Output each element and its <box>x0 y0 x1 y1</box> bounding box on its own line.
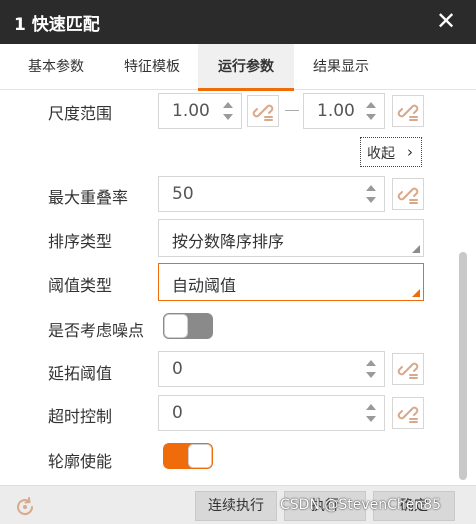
max-overlap-input[interactable]: 50 <box>158 176 385 212</box>
vertical-scrollbar[interactable] <box>459 252 467 480</box>
tab-result-display[interactable]: 结果显示 <box>296 44 386 90</box>
title-bar: 1 快速匹配 ✕ <box>0 0 476 44</box>
contour-enable-label: 轮廓使能 <box>48 452 113 471</box>
dropdown-corner-icon <box>412 245 420 253</box>
scale-range-label: 尺度范围 <box>48 104 113 123</box>
spin-buttons[interactable] <box>223 100 233 122</box>
max-overlap-label: 最大重叠率 <box>48 188 129 207</box>
watermark-text: CSDN @StevenChen85 <box>280 497 442 513</box>
tab-basic-params[interactable]: 基本参数 <box>10 44 102 90</box>
timeout-control-value: 0 <box>172 403 183 423</box>
spin-buttons[interactable] <box>366 183 376 205</box>
close-icon[interactable]: ✕ <box>434 8 458 34</box>
scale-min-value: 1.00 <box>172 101 210 121</box>
window-title: 1 快速匹配 <box>14 15 100 35</box>
refresh-icon[interactable] <box>14 496 36 518</box>
max-overlap-value: 50 <box>172 184 194 204</box>
timeout-control-label: 超时控制 <box>48 407 113 426</box>
threshold-type-label: 阈值类型 <box>48 276 113 295</box>
collapse-label: 收起 <box>367 146 395 162</box>
collapse-button[interactable]: 收起 › <box>360 137 422 167</box>
link-icon[interactable] <box>392 397 424 429</box>
spin-buttons[interactable] <box>366 402 376 424</box>
extend-threshold-label: 延拓阈值 <box>48 364 113 383</box>
toggle-knob <box>164 314 188 338</box>
link-icon[interactable] <box>247 95 279 127</box>
toggle-knob <box>188 444 212 468</box>
scale-max-input[interactable]: 1.00 <box>303 93 385 129</box>
scale-min-input[interactable]: 1.00 <box>158 93 242 129</box>
sort-type-select[interactable]: 按分数降序排序 <box>158 219 424 257</box>
extend-threshold-value: 0 <box>172 359 183 379</box>
scale-max-value: 1.00 <box>317 101 355 121</box>
tab-feature-template[interactable]: 特征模板 <box>106 44 198 90</box>
tab-run-params[interactable]: 运行参数 <box>198 44 294 91</box>
tab-bar: 基本参数 特征模板 运行参数 结果显示 <box>0 44 476 91</box>
contour-enable-toggle[interactable] <box>163 443 213 469</box>
continuous-run-button[interactable]: 连续执行 <box>195 491 277 521</box>
spin-buttons[interactable] <box>366 100 376 122</box>
threshold-type-value: 自动阈值 <box>172 276 237 295</box>
link-icon[interactable] <box>392 353 424 385</box>
timeout-control-input[interactable]: 0 <box>158 395 385 431</box>
extend-threshold-input[interactable]: 0 <box>158 351 385 387</box>
range-separator <box>285 110 299 111</box>
threshold-type-select[interactable]: 自动阈值 <box>158 263 424 301</box>
dropdown-corner-icon <box>412 289 420 297</box>
sort-type-value: 按分数降序排序 <box>172 232 285 251</box>
consider-noise-toggle[interactable] <box>163 313 213 339</box>
chevron-right-icon: › <box>407 143 413 161</box>
link-icon[interactable] <box>392 178 424 210</box>
consider-noise-label: 是否考虑噪点 <box>48 321 145 340</box>
spin-buttons[interactable] <box>366 358 376 380</box>
sort-type-label: 排序类型 <box>48 232 113 251</box>
link-icon[interactable] <box>392 95 424 127</box>
